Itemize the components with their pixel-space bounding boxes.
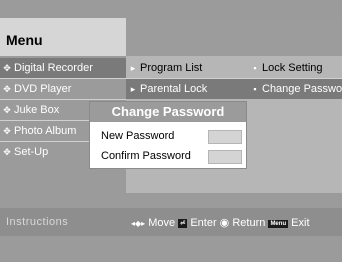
return-icon: ◉ bbox=[219, 217, 230, 229]
new-password-field[interactable] bbox=[208, 130, 242, 144]
menu-item-digital-recorder[interactable]: ✥ Digital Recorder bbox=[0, 58, 126, 78]
title-bar-right bbox=[126, 18, 342, 56]
menu-item-label: Set-Up bbox=[14, 146, 49, 158]
menu-item-label: Juke Box bbox=[14, 104, 60, 116]
menu-marker-icon: ✥ bbox=[3, 126, 11, 136]
bullet-icon: ▪ bbox=[253, 84, 257, 94]
tv-menu-screen: Menu ✥ Digital Recorder ✥ DVD Player ✥ Juke… bbox=[0, 0, 342, 262]
submenu-item-label: Parental Lock bbox=[140, 83, 208, 95]
bullet-icon: ▪ bbox=[253, 63, 257, 73]
submenu-item-parental-lock[interactable]: ▸ Parental Lock bbox=[126, 79, 248, 99]
dialog-title: Change Password bbox=[90, 102, 246, 122]
option-item-label: Change Password bbox=[262, 83, 342, 95]
confirm-password-field[interactable] bbox=[208, 150, 242, 164]
menu-item-label: Digital Recorder bbox=[14, 62, 93, 74]
enter-hint-label: Enter bbox=[190, 217, 217, 229]
exit-hint-label: Exit bbox=[291, 217, 310, 229]
key-hints: ◂◆▸ Move ⏎ Enter ◉ Return Menu Exit bbox=[131, 216, 310, 229]
menu-item-label: Photo Album bbox=[14, 125, 77, 137]
option-item-label: Lock Setting bbox=[262, 62, 323, 74]
menu-title: Menu bbox=[6, 32, 43, 48]
menu-marker-icon: ✥ bbox=[3, 105, 11, 115]
change-password-dialog: Change Password New Password Confirm Pas… bbox=[89, 101, 247, 169]
instructions-bar: Instructions ◂◆▸ Move ⏎ Enter ◉ Return M… bbox=[0, 208, 342, 236]
menu-marker-icon: ✥ bbox=[3, 84, 11, 94]
submenu-item-program-list[interactable]: ▸ Program List bbox=[126, 58, 248, 78]
move-hint-label: Move bbox=[148, 217, 176, 229]
move-arrows-icon: ◂◆▸ bbox=[131, 219, 146, 228]
menu-marker-icon: ✥ bbox=[3, 63, 11, 73]
new-password-label: New Password bbox=[101, 130, 175, 142]
menu-item-label: DVD Player bbox=[14, 83, 72, 95]
option-item-lock-setting[interactable]: ▪ Lock Setting bbox=[248, 58, 342, 78]
menu-key-icon: Menu bbox=[268, 220, 289, 228]
menu-item-dvd-player[interactable]: ✥ DVD Player bbox=[0, 79, 126, 99]
confirm-password-label: Confirm Password bbox=[101, 150, 191, 162]
arrow-right-icon: ▸ bbox=[130, 84, 136, 94]
menu-marker-icon: ✥ bbox=[3, 147, 11, 157]
submenu-item-label: Program List bbox=[140, 62, 203, 74]
enter-key-icon: ⏎ bbox=[178, 219, 188, 228]
return-hint-label: Return bbox=[232, 217, 266, 229]
title-bar: Menu bbox=[0, 18, 342, 57]
instructions-heading: Instructions bbox=[6, 216, 69, 228]
option-item-change-password[interactable]: ▪ Change Password bbox=[248, 79, 342, 99]
arrow-right-icon: ▸ bbox=[130, 63, 136, 73]
